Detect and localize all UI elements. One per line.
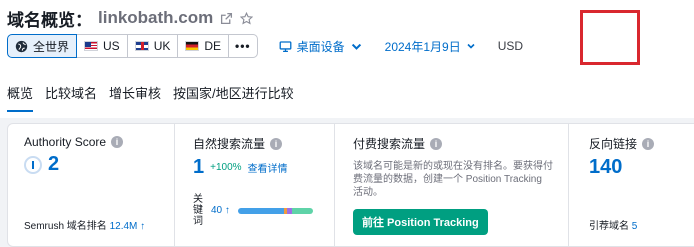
semrush-rank: Semrush 域名排名 12.4M ↑	[24, 217, 145, 232]
keywords-count: 40	[211, 205, 223, 216]
location-uk-button[interactable]: UK	[126, 34, 179, 58]
location-worldwide-button[interactable]: 全世界	[7, 34, 78, 58]
flag-de-icon	[185, 41, 200, 51]
page-title: 域名概览：	[7, 10, 92, 30]
more-locations-button[interactable]: •••	[228, 34, 258, 58]
view-details-link[interactable]: 查看详情	[248, 160, 288, 175]
header: 域名概览： linkobath.com 全世界 US UK DE ••• 桌面设…	[0, 0, 694, 118]
semrush-rank-value[interactable]: 12.4M	[110, 221, 138, 232]
referring-domains-label: 引荐域名	[589, 221, 629, 232]
tab-bar: 概览 比较域名 增长审核 按国家/地区进行比较	[7, 83, 294, 112]
authority-score-widget: Authority Score i 2 Semrush 域名排名 12.4M ↑	[24, 124, 174, 247]
tab-growth-report[interactable]: 增长审核	[109, 83, 161, 112]
location-selector: 全世界 US UK DE •••	[7, 34, 258, 58]
keywords-label: 关键词	[193, 194, 203, 227]
paid-traffic-widget: 付费搜索流量 i 该域名可能是新的或现在没有排名。要获得付费流量的数据，创建一个…	[334, 124, 568, 247]
date-label: 2024年1月9日	[384, 39, 461, 54]
arrow-up-icon: ↑	[140, 221, 146, 232]
backlinks-title: 反向链接	[589, 137, 638, 151]
chevron-down-icon	[351, 43, 361, 50]
date-dropdown[interactable]: 2024年1月9日	[385, 38, 476, 55]
info-icon[interactable]: i	[111, 136, 124, 148]
tab-overview[interactable]: 概览	[7, 83, 34, 112]
location-us-button[interactable]: US	[76, 34, 128, 58]
keyword-bar-segment	[237, 207, 285, 214]
info-icon[interactable]: i	[270, 137, 283, 150]
info-icon[interactable]: i	[430, 137, 443, 150]
location-label: DE	[204, 39, 222, 53]
authority-score-gauge-icon	[24, 155, 42, 174]
title-row: 域名概览： linkobath.com	[7, 6, 253, 30]
backlinks-widget: 反向链接 i 140 引荐域名 5	[568, 124, 694, 247]
keywords-row: 关键词 40 ↑	[193, 194, 313, 227]
keywords-value[interactable]: 40 ↑	[211, 205, 230, 216]
organic-traffic-value[interactable]: 1	[193, 156, 204, 179]
backlinks-value[interactable]: 140	[589, 156, 622, 179]
device-label: 桌面设备	[296, 39, 345, 54]
star-icon[interactable]	[239, 11, 253, 25]
filter-row: 全世界 US UK DE ••• 桌面设备 2024年1月9日 USD	[7, 34, 523, 58]
position-tracking-button[interactable]: 前往 Position Tracking	[353, 209, 488, 235]
authority-score-title: Authority Score	[24, 135, 107, 149]
organic-traffic-title: 自然搜索流量	[193, 137, 266, 151]
arrow-up-icon: ↑	[224, 205, 230, 216]
info-icon[interactable]: i	[642, 137, 655, 150]
paid-traffic-description: 该域名可能是新的或现在没有排名。要获得付费流量的数据，创建一个 Position…	[353, 161, 553, 198]
flag-uk-icon	[134, 41, 149, 51]
location-label: US	[103, 39, 120, 53]
referring-domains-value[interactable]: 5	[632, 221, 638, 232]
semrush-rank-label: Semrush 域名排名	[24, 221, 107, 232]
globe-icon	[15, 40, 28, 53]
external-link-icon[interactable]	[219, 11, 233, 25]
domain-name: linkobath.com	[98, 8, 214, 27]
organic-traffic-change: +100%	[210, 162, 242, 173]
organic-traffic-widget: 自然搜索流量 i 1 +100% 查看详情 关键词 40 ↑	[174, 124, 334, 247]
metrics-panel: Authority Score i 2 Semrush 域名排名 12.4M ↑…	[0, 118, 694, 247]
flag-us-icon	[84, 41, 99, 51]
keyword-distribution-bar[interactable]	[237, 207, 313, 214]
location-label: 全世界	[33, 39, 70, 54]
currency-label: USD	[497, 39, 524, 53]
monitor-icon	[279, 40, 292, 52]
metrics-card: Authority Score i 2 Semrush 域名排名 12.4M ↑…	[7, 123, 694, 247]
chevron-down-icon	[467, 43, 475, 49]
tab-compare-by-country[interactable]: 按国家/地区进行比较	[173, 83, 294, 112]
authority-score-value[interactable]: 2	[48, 153, 59, 176]
keyword-bar-segment	[291, 207, 313, 214]
location-de-button[interactable]: DE	[177, 34, 230, 58]
tab-compare-domains[interactable]: 比较域名	[45, 83, 97, 112]
referring-domains: 引荐域名 5	[589, 217, 637, 232]
location-label: UK	[153, 39, 171, 53]
device-dropdown[interactable]: 桌面设备	[279, 38, 363, 55]
paid-traffic-title: 付费搜索流量	[353, 137, 426, 151]
